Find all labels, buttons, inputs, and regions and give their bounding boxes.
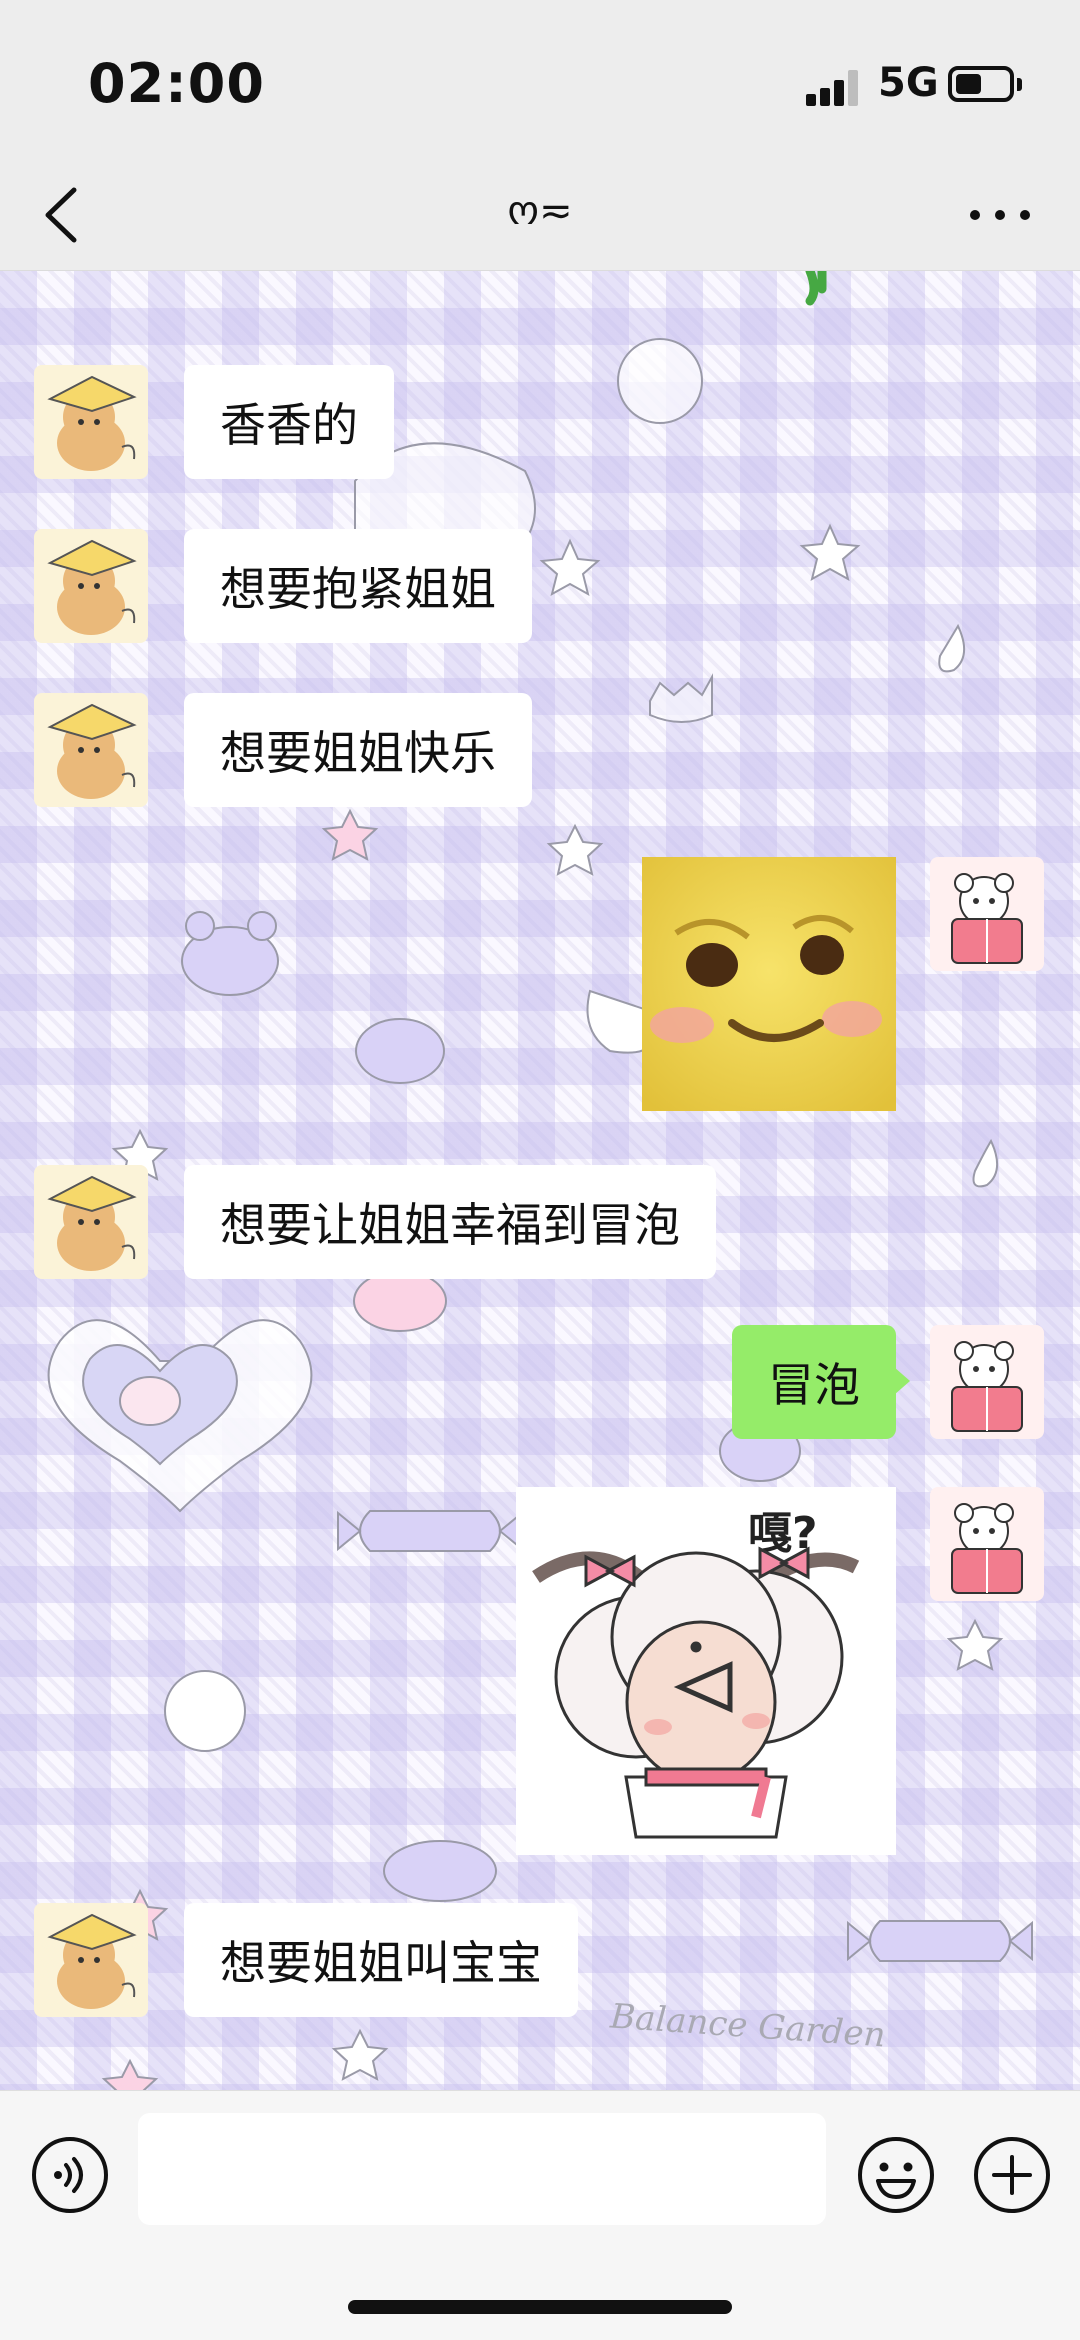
plus-icon bbox=[974, 2137, 1050, 2213]
message-bubble-received[interactable]: 想要姐姐叫宝宝 bbox=[184, 1903, 578, 2017]
emoji-icon bbox=[858, 2137, 934, 2213]
signal-strength-icon bbox=[806, 70, 860, 106]
puppy-avatar[interactable] bbox=[34, 529, 148, 643]
bear-avatar[interactable] bbox=[930, 1487, 1044, 1601]
message-bubble-received[interactable]: 想要让姐姐幸福到冒泡 bbox=[184, 1165, 716, 1279]
message-bubble-received[interactable]: 香香的 bbox=[184, 365, 394, 479]
puppy-avatar[interactable] bbox=[34, 365, 148, 479]
more-functions-button[interactable] bbox=[972, 2135, 1052, 2215]
battery-icon bbox=[948, 66, 1014, 102]
status-time: 02:00 bbox=[88, 52, 265, 115]
more-button[interactable] bbox=[970, 192, 1034, 236]
status-bar: 02:00 5G bbox=[0, 0, 1080, 160]
chat-area[interactable]: Balance Garden 香香的 想要抱紧姐姐 想要姐姐快乐 想要让姐姐幸福… bbox=[0, 271, 1080, 2090]
confused-sheep-sticker[interactable]: 嘎? bbox=[516, 1487, 896, 1855]
background-watermark: Balance Garden bbox=[608, 1996, 887, 2056]
bear-avatar[interactable] bbox=[930, 857, 1044, 971]
emoji-button[interactable] bbox=[856, 2135, 936, 2215]
voice-button[interactable] bbox=[30, 2135, 110, 2215]
message-bubble-received[interactable]: 想要抱紧姐姐 bbox=[184, 529, 532, 643]
battery-cap bbox=[1017, 78, 1022, 91]
back-button[interactable] bbox=[36, 180, 96, 250]
chat-title: ო≂ bbox=[507, 188, 573, 234]
message-bubble-received[interactable]: 想要姐姐快乐 bbox=[184, 693, 532, 807]
puppy-avatar[interactable] bbox=[34, 693, 148, 807]
voice-icon bbox=[32, 2137, 108, 2213]
chevron-left-icon bbox=[45, 187, 77, 243]
message-input[interactable] bbox=[138, 2113, 826, 2225]
blushing-smile-emoji-sticker[interactable] bbox=[642, 857, 896, 1111]
puppy-avatar[interactable] bbox=[34, 1903, 148, 2017]
puppy-avatar[interactable] bbox=[34, 1165, 148, 1279]
chat-nav-bar: ო≂ bbox=[0, 160, 1080, 271]
bear-avatar[interactable] bbox=[930, 1325, 1044, 1439]
network-label: 5G bbox=[878, 60, 939, 106]
message-bubble-sent[interactable]: 冒泡 bbox=[732, 1325, 910, 1439]
home-indicator[interactable] bbox=[348, 2300, 732, 2314]
